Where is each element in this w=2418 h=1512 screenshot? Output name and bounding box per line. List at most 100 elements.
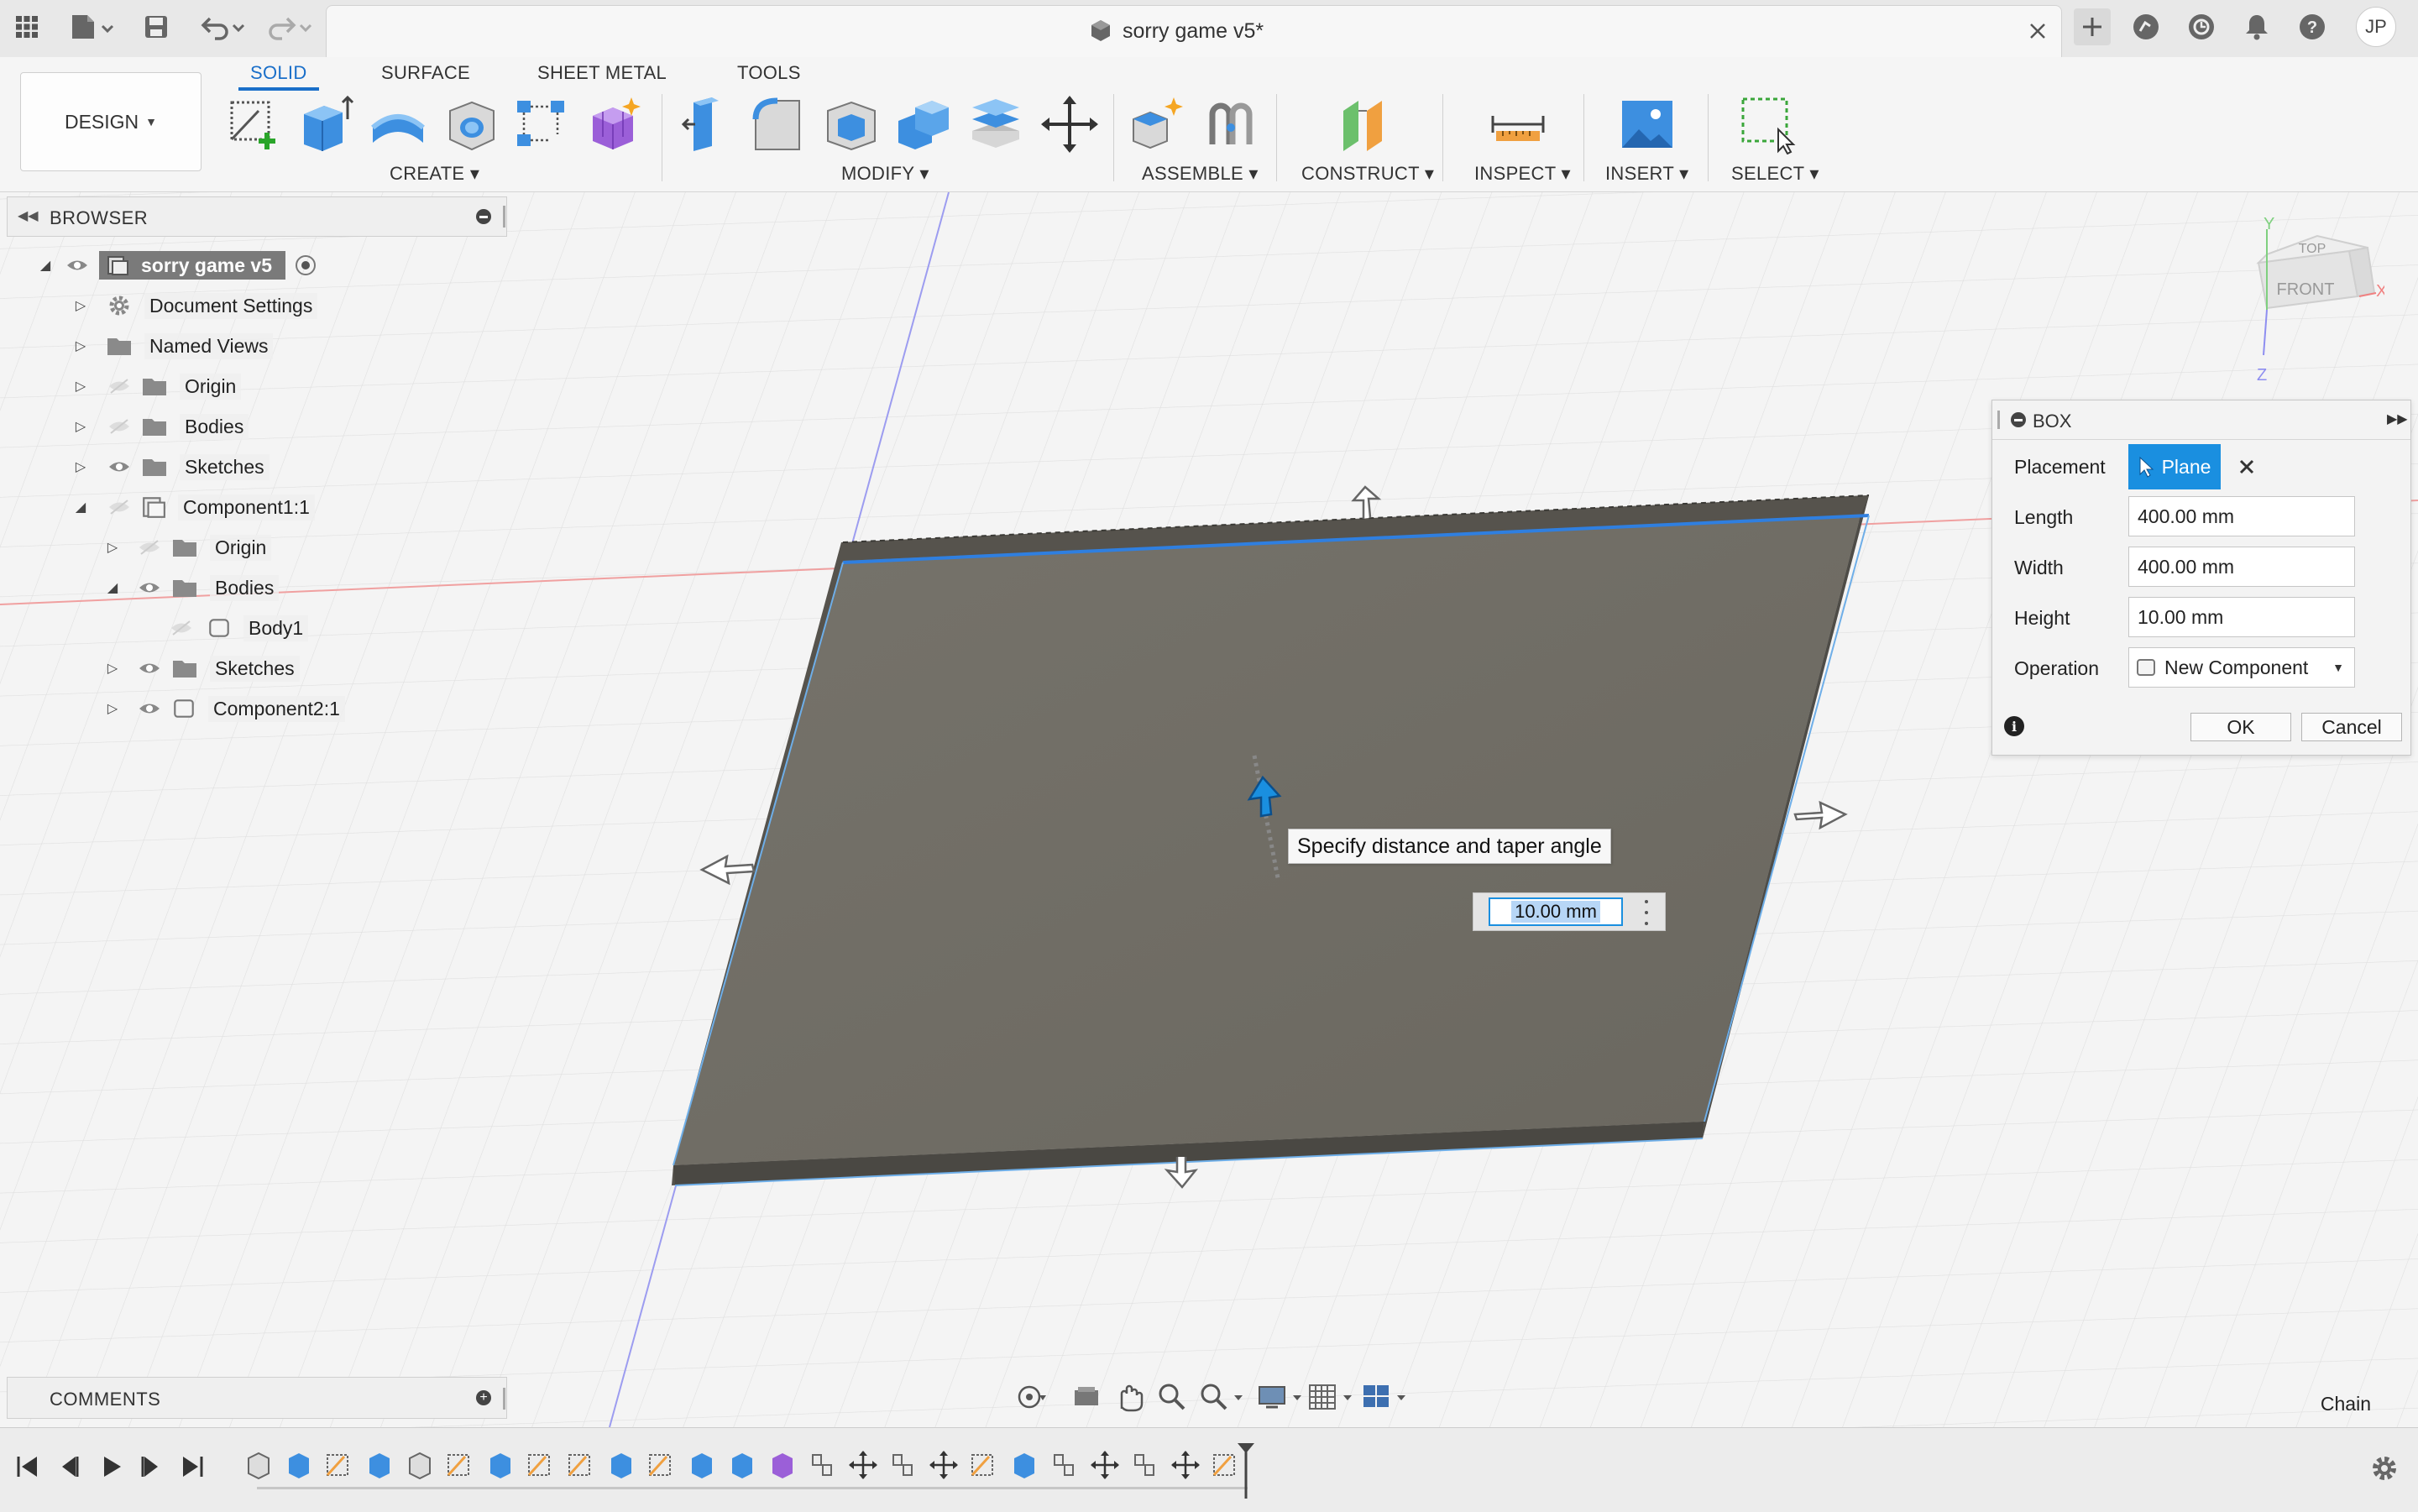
- visibility-eye-icon[interactable]: [136, 658, 163, 678]
- timeline-feature-extrude-icon[interactable]: [1009, 1450, 1039, 1480]
- user-avatar[interactable]: JP: [2356, 7, 2396, 47]
- save-icon[interactable]: [139, 10, 173, 44]
- zoom-icon[interactable]: [1155, 1380, 1189, 1414]
- job-status-icon[interactable]: [2185, 10, 2218, 44]
- timeline-feature-sketch-icon[interactable]: [324, 1450, 354, 1480]
- timeline-feature-move-icon[interactable]: [929, 1450, 959, 1480]
- ok-button[interactable]: OK: [2190, 713, 2291, 741]
- collapse-triangle-icon[interactable]: ◢: [104, 579, 121, 596]
- visibility-eye-icon[interactable]: [136, 698, 163, 719]
- timeline-feature-sketch-icon[interactable]: [646, 1450, 677, 1480]
- hidden-eye-icon[interactable]: [106, 416, 133, 437]
- browser-minimize-icon[interactable]: [476, 209, 491, 224]
- orbit-icon[interactable]: [1014, 1380, 1048, 1414]
- visibility-eye-icon[interactable]: [64, 255, 91, 275]
- visibility-eye-icon[interactable]: [136, 578, 163, 598]
- create-sketch-icon[interactable]: [225, 94, 285, 154]
- new-component-icon[interactable]: [1127, 94, 1187, 154]
- construct-menu[interactable]: CONSTRUCT ▾: [1301, 163, 1434, 185]
- timeline-previous-icon[interactable]: [55, 1453, 82, 1480]
- insert-menu[interactable]: INSERT ▾: [1605, 163, 1688, 185]
- hidden-eye-icon[interactable]: [106, 376, 133, 396]
- comments-resize-handle[interactable]: [503, 1388, 505, 1410]
- tree-item-named-views[interactable]: ▷ Named Views: [72, 327, 274, 364]
- root-component-chip[interactable]: sorry game v5: [99, 251, 285, 280]
- offset-plane-icon[interactable]: [1335, 94, 1395, 154]
- look-at-icon[interactable]: [1070, 1380, 1103, 1414]
- tab-sheet-metal[interactable]: SHEET METAL: [537, 62, 667, 84]
- timeline-feature-move-icon[interactable]: [848, 1450, 878, 1480]
- timeline-play-icon[interactable]: [97, 1453, 124, 1480]
- app-grid-icon[interactable]: [10, 10, 44, 44]
- extensions-icon[interactable]: [2129, 10, 2163, 44]
- timeline-feature-box-icon[interactable]: [405, 1450, 435, 1480]
- file-menu-icon[interactable]: [65, 10, 119, 44]
- measure-icon[interactable]: [1488, 94, 1548, 154]
- joint-icon[interactable]: [1201, 94, 1261, 154]
- tree-item-origin[interactable]: ▷ Origin: [72, 368, 242, 405]
- redo-icon[interactable]: [264, 10, 317, 44]
- timeline-feature-sketch-icon[interactable]: [445, 1450, 475, 1480]
- display-settings-icon[interactable]: [1256, 1380, 1306, 1414]
- tab-surface[interactable]: SURFACE: [381, 62, 470, 84]
- timeline-feature-extrude-icon[interactable]: [485, 1450, 516, 1480]
- timeline-feature-sketch-icon[interactable]: [969, 1450, 999, 1480]
- tree-item-document-settings[interactable]: ▷ Document Settings: [72, 287, 318, 324]
- expand-triangle-icon[interactable]: ▷: [72, 418, 89, 435]
- modify-menu[interactable]: MODIFY ▾: [841, 163, 929, 185]
- timeline-end-icon[interactable]: [180, 1453, 207, 1480]
- assemble-menu[interactable]: ASSEMBLE ▾: [1142, 163, 1259, 185]
- insert-image-icon[interactable]: [1617, 94, 1677, 154]
- expand-triangle-icon[interactable]: ▷: [104, 539, 121, 556]
- hidden-eye-icon[interactable]: [106, 497, 133, 517]
- viewports-icon[interactable]: [1360, 1380, 1410, 1414]
- view-cube[interactable]: TOP FRONT Y X Z: [2233, 212, 2387, 389]
- tree-item-sketches[interactable]: ▷ Sketches: [72, 448, 270, 485]
- select-menu[interactable]: SELECT ▾: [1731, 163, 1819, 185]
- width-input[interactable]: 400.00 mm: [2128, 547, 2355, 587]
- new-tab-icon[interactable]: [2074, 8, 2111, 45]
- tree-item-bodies[interactable]: ▷ Bodies: [72, 408, 249, 445]
- revolve-icon[interactable]: [368, 94, 428, 154]
- collapse-triangle-icon[interactable]: ◢: [72, 499, 89, 515]
- tree-item-component1-sketches[interactable]: ▷ Sketches: [104, 650, 300, 687]
- tree-item-component1-origin[interactable]: ▷ Origin: [104, 529, 272, 566]
- timeline-settings-gear-icon[interactable]: [2369, 1453, 2400, 1483]
- timeline-feature-sketch-icon[interactable]: [526, 1450, 556, 1480]
- expand-triangle-icon[interactable]: ▷: [72, 378, 89, 395]
- inspect-menu[interactable]: INSPECT ▾: [1474, 163, 1571, 185]
- tree-item-component2[interactable]: ▷ Component2:1: [104, 690, 345, 727]
- undo-icon[interactable]: [196, 10, 250, 44]
- expand-triangle-icon[interactable]: ▷: [104, 700, 121, 717]
- timeline-feature-joint-icon[interactable]: [888, 1450, 919, 1480]
- hidden-eye-icon[interactable]: [168, 618, 195, 638]
- more-options-icon[interactable]: [1641, 900, 1651, 925]
- height-input[interactable]: 10.00 mm: [2128, 597, 2355, 637]
- timeline-feature-joint-icon[interactable]: [1049, 1450, 1080, 1480]
- tree-item-body1[interactable]: Body1: [168, 610, 309, 646]
- timeline-feature-joint-icon[interactable]: [808, 1450, 838, 1480]
- notifications-bell-icon[interactable]: [2240, 10, 2274, 44]
- timeline-feature-move-icon[interactable]: [1090, 1450, 1120, 1480]
- fillet-icon[interactable]: [747, 94, 808, 154]
- tree-item-component1[interactable]: ◢ Component1:1: [72, 489, 315, 526]
- tree-item-root[interactable]: ◢ sorry game v5: [37, 247, 316, 284]
- zoom-window-icon[interactable]: [1197, 1380, 1248, 1414]
- timeline-feature-extrude-icon[interactable]: [606, 1450, 636, 1480]
- move-copy-icon[interactable]: [1039, 94, 1100, 154]
- create-form-icon[interactable]: [584, 94, 645, 154]
- dialog-minimize-icon[interactable]: [2011, 412, 2026, 427]
- add-comment-icon[interactable]: +: [476, 1390, 491, 1405]
- info-icon[interactable]: i: [2004, 716, 2024, 736]
- pan-hand-icon[interactable]: [1112, 1380, 1145, 1414]
- cancel-button[interactable]: Cancel: [2301, 713, 2402, 741]
- document-tab[interactable]: sorry game v5*: [326, 5, 2062, 58]
- timeline-feature-extrude-icon[interactable]: [364, 1450, 395, 1480]
- collapse-triangle-icon[interactable]: ◢: [37, 257, 54, 274]
- timeline-feature-extrude-icon[interactable]: [687, 1450, 717, 1480]
- extrude-icon[interactable]: [296, 94, 356, 154]
- clear-placement-icon[interactable]: [2236, 456, 2258, 478]
- workspace-switcher[interactable]: DESIGN ▼: [20, 72, 202, 171]
- dialog-drag-handle[interactable]: [1997, 411, 2000, 429]
- timeline-feature-move-icon[interactable]: [1170, 1450, 1201, 1480]
